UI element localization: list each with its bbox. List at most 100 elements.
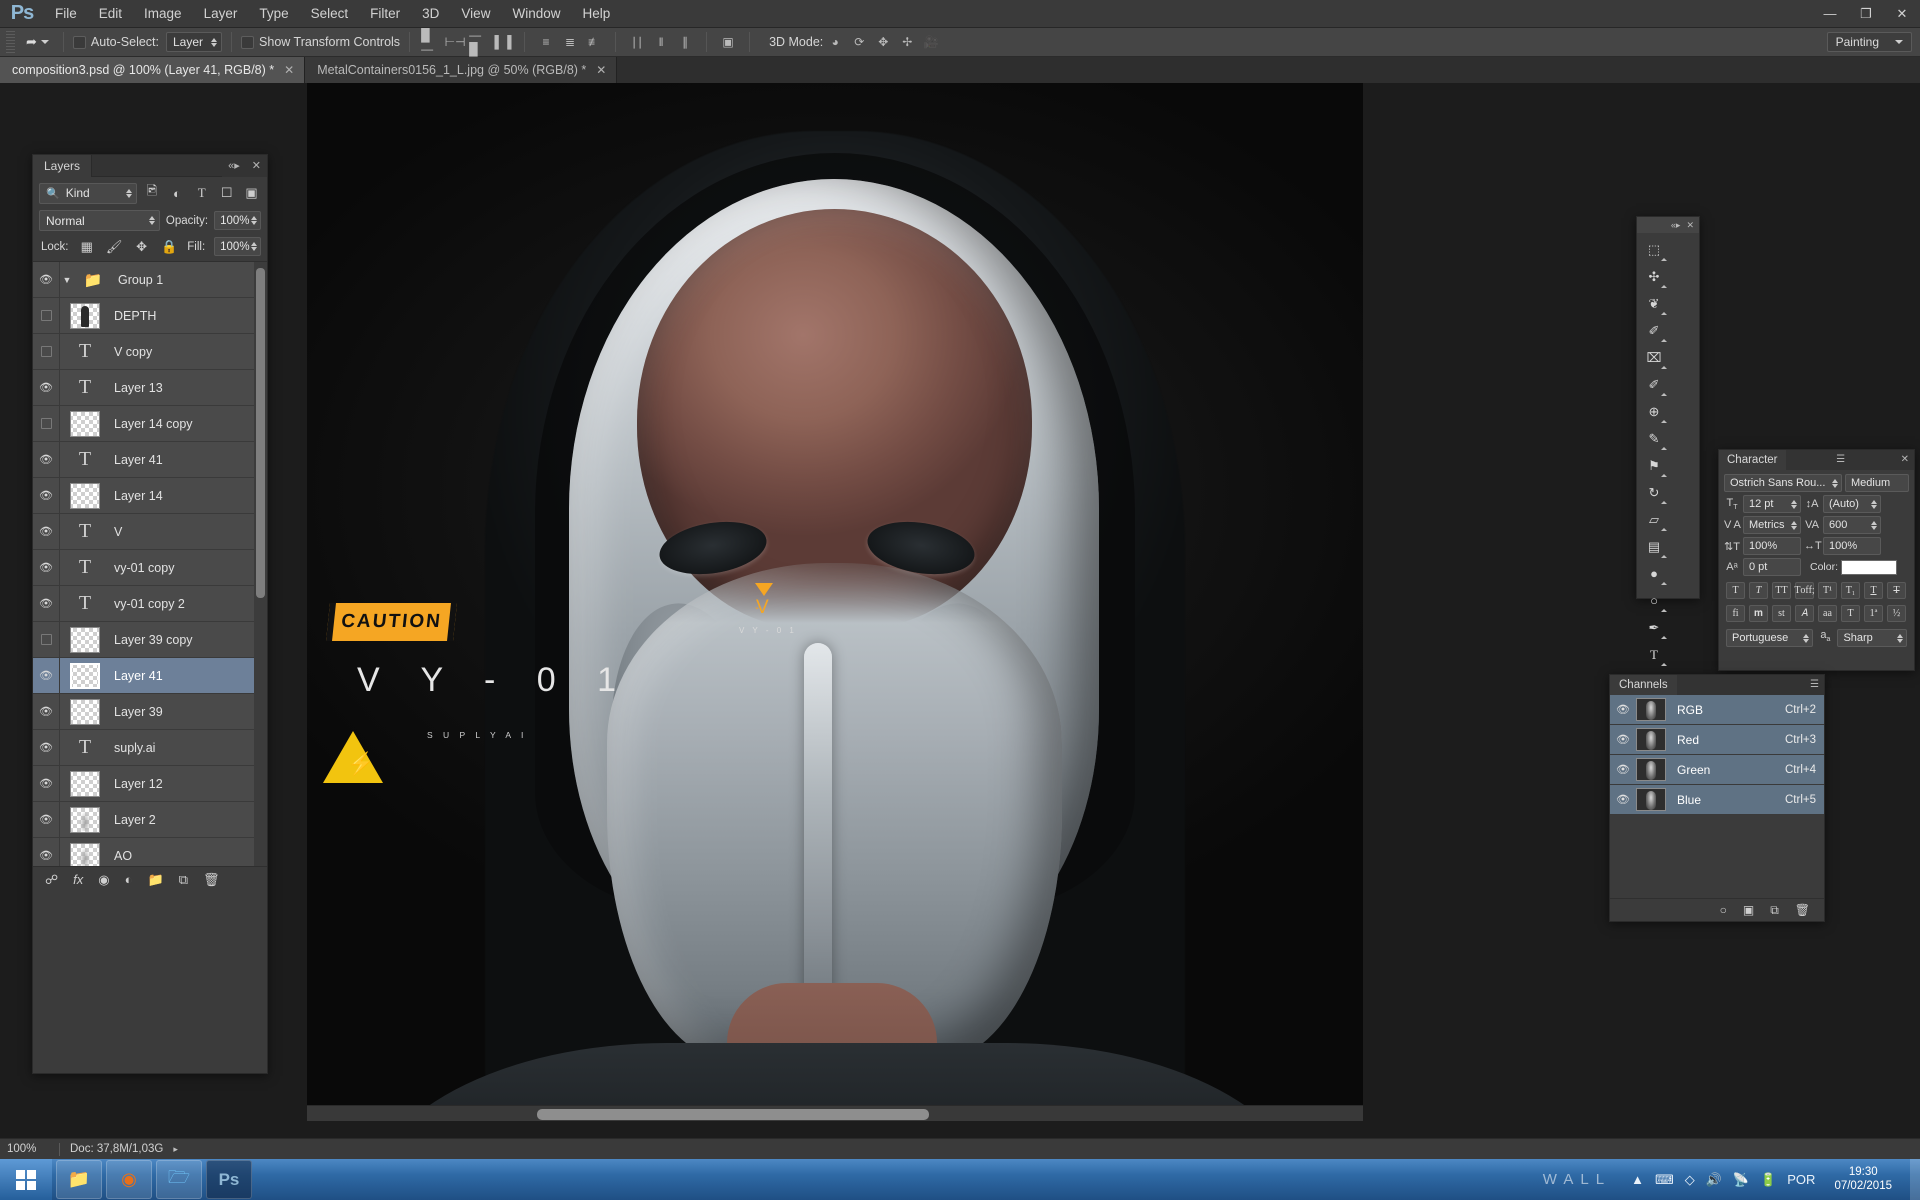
close-icon[interactable]: ✕ [1686,220,1694,231]
layer-thumbnail[interactable] [70,663,100,689]
layer-row[interactable]: Layer 14 copy [33,406,267,442]
zoom-level[interactable]: 100% [7,1143,49,1155]
pen-tool-icon[interactable]: ✒ [1639,614,1669,641]
new-channel-icon[interactable]: ⧉ [1770,903,1779,918]
language-dropdown[interactable]: Portuguese [1726,629,1813,647]
scrollbar-thumb[interactable] [256,268,265,598]
tracking-input[interactable]: 600 [1823,516,1881,534]
layer-visibility-eye-icon[interactable]: 👁 [33,262,60,298]
status-expand-icon[interactable]: ▸ [173,1144,178,1155]
channel-row[interactable]: 👁 Red Ctrl+3 [1610,725,1824,755]
save-selection-as-channel-icon[interactable]: ▣ [1743,903,1754,917]
layer-thumbnail[interactable] [70,303,100,329]
taskbar-firefox-browser[interactable]: ◉ [106,1160,152,1199]
scrollbar-thumb[interactable] [537,1109,929,1120]
layer-visibility-eye-icon[interactable]: 👁 [33,442,60,478]
font-family-dropdown[interactable]: Ostrich Sans Rou... [1724,474,1842,492]
dropbox-icon[interactable]: ◇ [1685,1172,1695,1188]
layer-row[interactable]: DEPTH [33,298,267,334]
lock-transparent-pixels-icon[interactable]: ▦ [78,239,96,255]
layer-row[interactable]: 👁 Tsuply.ai [33,730,267,766]
channel-visibility-eye-icon[interactable]: 👁 [1610,733,1636,746]
auto-select-scope-dropdown[interactable]: Layer [166,32,222,52]
group-disclosure-triangle-icon[interactable]: ▼ [60,275,74,285]
horizontal-scale-input[interactable]: 100% [1823,537,1881,555]
channels-list[interactable]: 👁 RGB Ctrl+2 👁 Red Ctrl+3 👁 Green Ctrl+4 👁 Blue Ctr… [1610,695,1824,815]
align-bottom-edges-icon[interactable]: —█ [469,33,489,51]
layer-visibility-off-icon[interactable] [33,334,60,370]
underline-button[interactable]: T [1864,582,1883,599]
taskbar-photoshop-app[interactable]: Ps [206,1160,252,1199]
layer-row[interactable]: 👁 Layer 14 [33,478,267,514]
battery-icon[interactable]: 🔋 [1760,1172,1776,1188]
layer-row[interactable]: 👁 Layer 2 [33,802,267,838]
baseline-shift-input[interactable]: 0 pt [1743,558,1801,576]
kerning-input[interactable]: Metrics [1743,516,1801,534]
layer-visibility-eye-icon[interactable]: 👁 [33,586,60,622]
ot-discretionary-button[interactable]: st [1772,605,1791,622]
channel-thumbnail[interactable] [1636,728,1666,751]
close-icon[interactable]: ✕ [246,155,267,177]
vertical-scale-input[interactable]: 100% [1743,537,1801,555]
layer-visibility-off-icon[interactable] [33,298,60,334]
all-caps-button[interactable]: TT [1772,582,1791,599]
channel-row[interactable]: 👁 Blue Ctrl+5 [1610,785,1824,815]
layer-thumbnail[interactable] [70,807,100,833]
layer-row[interactable]: 👁 Layer 12 [33,766,267,802]
close-button[interactable]: ✕ [1884,0,1920,27]
quick-selection-tool-icon[interactable]: ✐ [1639,317,1669,344]
horizontal-type-tool-icon[interactable]: T [1639,641,1669,668]
rectangular-marquee-tool-icon[interactable]: ⬚ [1639,236,1669,263]
load-channel-as-selection-icon[interactable]: ○ [1720,903,1727,917]
show-hidden-icon[interactable]: ▲ [1631,1172,1644,1187]
channel-visibility-eye-icon[interactable]: 👁 [1610,793,1636,806]
close-icon[interactable]: ✕ [596,63,606,77]
show-transform-controls-checkbox[interactable] [241,36,254,49]
layer-mask-icon[interactable]: ◉ [98,872,109,888]
faux-italic-button[interactable]: T [1749,582,1768,599]
menu-layer[interactable]: Layer [193,0,249,27]
blur-tool-icon[interactable]: ● [1639,560,1669,587]
ot-ordinals-button[interactable]: 1ª [1864,605,1883,622]
layer-row[interactable]: 👁 Layer 39 [33,694,267,730]
menu-filter[interactable]: Filter [359,0,411,27]
gradient-tool-icon[interactable]: ▤ [1639,533,1669,560]
layer-row[interactable]: TV copy [33,334,267,370]
taskbar-file-explorer[interactable]: 🗁 [156,1160,202,1199]
delete-channel-icon[interactable]: 🗑 [1795,903,1810,917]
panel-menu-icon[interactable]: ☰ [1831,450,1850,470]
document-canvas[interactable]: CAUTION V Y - 0 1 S U P L Y A I ⚡ ⌄ V V … [307,83,1363,1105]
ot-fractions-button[interactable]: ½ [1887,605,1906,622]
ot-ligatures-button[interactable]: fi [1726,605,1745,622]
dodge-tool-icon[interactable]: ○ [1639,587,1669,614]
canvas-horizontal-scrollbar[interactable] [307,1105,1363,1121]
layer-visibility-eye-icon[interactable]: 👁 [33,370,60,406]
layer-thumbnail[interactable] [70,627,100,653]
layer-thumbnail[interactable] [70,483,100,509]
layer-visibility-eye-icon[interactable]: 👁 [33,766,60,802]
ot-swash-button[interactable]: 𝐴 [1795,605,1814,622]
type-filter-icon[interactable]: T [192,185,211,201]
layer-row[interactable]: 👁 Layer 41 [33,658,267,694]
layer-thumbnail[interactable] [70,411,100,437]
collapse-icon[interactable]: «▸ [1671,220,1681,231]
layer-row[interactable]: 👁 T V [33,514,267,550]
distribute-top-edges-icon[interactable]: ≡ [536,33,556,51]
link-layers-icon[interactable]: ☍ [45,872,58,888]
close-icon[interactable]: ✕ [284,63,294,77]
spot-healing-brush-tool-icon[interactable]: ⊕ [1639,398,1669,425]
leading-input[interactable]: (Auto) [1823,495,1881,513]
layer-thumbnail[interactable] [70,699,100,725]
adjustment-layer-icon[interactable]: ◐ [125,872,133,887]
layer-visibility-eye-icon[interactable]: 👁 [33,802,60,838]
strikethrough-button[interactable]: T [1887,582,1906,599]
channel-thumbnail[interactable] [1636,758,1666,781]
faux-bold-button[interactable]: T [1726,582,1745,599]
options-bar-grip[interactable] [6,31,15,53]
align-top-edges-icon[interactable]: █— [421,33,441,51]
brush-tool-icon[interactable]: ✎ [1639,425,1669,452]
new-layer-icon[interactable]: ⧉ [179,872,188,888]
shape-filter-icon[interactable]: ☐ [217,185,236,201]
layer-row[interactable]: 👁 T Layer 41 [33,442,267,478]
tray-language[interactable]: POR [1787,1172,1815,1187]
